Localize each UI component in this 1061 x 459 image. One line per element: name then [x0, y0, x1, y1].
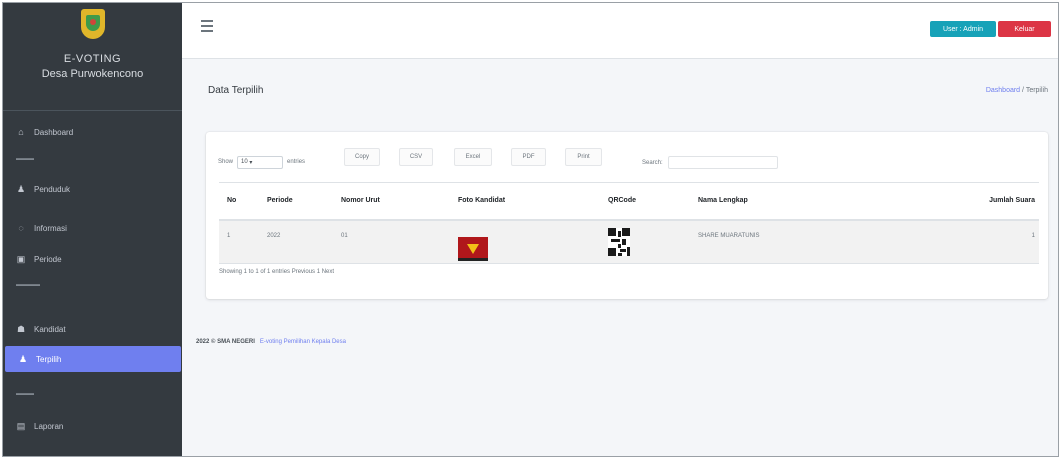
search-input[interactable]: [668, 156, 778, 169]
home-icon: ⌂: [18, 127, 24, 137]
info-icon: ◌: [18, 223, 24, 233]
column-header-jumlah-suara[interactable]: Jumlah Suara: [940, 182, 1039, 221]
table-info: Showing 1 to 1 of 1 entries Previous 1 N…: [219, 269, 335, 275]
footer: 2022 © SMA NEGERI E-voting Pemilihan Kep…: [196, 339, 346, 345]
search-label: Search:: [642, 160, 663, 166]
calendar-icon: ▣: [16, 254, 26, 264]
chart-icon: ▤: [16, 421, 26, 431]
sidebar-item-label: Penduduk: [34, 184, 71, 194]
column-header-periode[interactable]: Periode: [259, 182, 333, 221]
sidebar-section-header: ▬▬▬: [16, 391, 34, 397]
print-button[interactable]: Print: [565, 148, 602, 166]
breadcrumb: Dashboard / Terpilih: [986, 87, 1048, 94]
column-header-nomor-urut[interactable]: Nomor Urut: [333, 182, 450, 221]
sidebar: E-VOTING Desa Purwokencono ⌂ Dashboard ▬…: [3, 3, 182, 456]
sidebar-item-penduduk[interactable]: ♟ Penduduk: [3, 178, 182, 200]
cell-nomor-urut: 01: [333, 219, 450, 264]
sidebar-item-kandidat[interactable]: ☗ Kandidat: [3, 318, 182, 340]
user-admin-button[interactable]: User : Admin: [930, 21, 996, 37]
app-window: E-VOTING Desa Purwokencono ⌂ Dashboard ▬…: [2, 2, 1059, 457]
pdf-button[interactable]: PDF: [511, 148, 546, 166]
cell-no: 1: [219, 219, 259, 264]
column-header-no[interactable]: No: [219, 182, 259, 221]
sidebar-item-label: Terpilih: [36, 354, 62, 364]
menu-toggle-icon[interactable]: [201, 20, 213, 32]
table-row: 1 2022 01 SHARE MUARATUNIS 1: [219, 219, 1039, 264]
brand[interactable]: E-VOTING Desa Purwokencono: [3, 3, 182, 111]
village-logo-icon: [78, 7, 108, 41]
footer-copyright: 2022 © SMA NEGERI: [196, 339, 255, 345]
cell-qrcode: [600, 219, 690, 264]
page-length-select[interactable]: 10 ▾: [237, 155, 284, 169]
users-icon: ☗: [16, 324, 26, 334]
sidebar-section-header: ▬▬▬: [16, 156, 34, 162]
sidebar-item-label: Kandidat: [34, 324, 66, 334]
sidebar-item-laporan[interactable]: ▤ Laporan: [3, 415, 182, 437]
breadcrumb-separator: /: [1022, 87, 1024, 94]
logout-button[interactable]: Keluar: [998, 21, 1051, 37]
sidebar-item-terpilih[interactable]: ♟ Terpilih: [5, 346, 181, 372]
cell-periode: 2022: [259, 219, 333, 264]
data-card: Show 10 ▾ entries Copy CSV Excel PDF Pri…: [206, 132, 1048, 299]
brand-title: E-VOTING: [63, 53, 122, 65]
cell-foto: [450, 219, 600, 264]
page-length-control: Show 10 ▾ entries: [218, 152, 305, 172]
excel-button[interactable]: Excel: [454, 148, 492, 166]
page-title: Data Terpilih: [208, 85, 264, 96]
user-icon: ♟: [16, 184, 26, 194]
cell-jumlah-suara: 1: [940, 219, 1039, 264]
column-header-nama-lengkap[interactable]: Nama Lengkap: [690, 182, 940, 221]
csv-button[interactable]: CSV: [399, 148, 433, 166]
sidebar-item-label: Dashboard: [34, 127, 74, 137]
sidebar-item-label: Informasi: [34, 223, 67, 233]
sidebar-item-label: Laporan: [34, 421, 64, 431]
sidebar-item-periode[interactable]: ▣ Periode: [3, 248, 182, 270]
cell-nama-lengkap: SHARE MUARATUNIS: [690, 219, 940, 264]
footer-credit-link[interactable]: E-voting Pemilihan Kepala Desa: [260, 339, 346, 345]
breadcrumb-home-link[interactable]: Dashboard: [986, 87, 1020, 94]
show-label: Show: [218, 159, 234, 165]
sidebar-item-dashboard[interactable]: ⌂ Dashboard: [3, 121, 182, 143]
breadcrumb-current: Terpilih: [1025, 87, 1048, 94]
terpilih-table: No Periode Nomor Urut Foto Kandidat QRCo…: [219, 182, 1039, 264]
sidebar-section-header: ▬▬▬▬: [16, 282, 40, 288]
copy-button[interactable]: Copy: [344, 148, 380, 166]
column-header-qrcode[interactable]: QRCode: [600, 182, 690, 221]
brand-subtitle: Desa Purwokencono: [41, 68, 144, 80]
sidebar-item-label: Periode: [34, 254, 62, 264]
entries-label: entries: [287, 159, 306, 165]
table-header-row: No Periode Nomor Urut Foto Kandidat QRCo…: [219, 182, 1039, 221]
sidebar-item-informasi[interactable]: ◌ Informasi: [3, 217, 182, 239]
qrcode-image: [608, 227, 630, 256]
top-navbar: User : Admin Keluar: [182, 3, 1058, 59]
column-header-foto-kandidat[interactable]: Foto Kandidat: [450, 182, 600, 221]
candidate-photo: [458, 236, 488, 261]
page-length-value: 10: [241, 159, 248, 165]
user-check-icon: ♟: [18, 354, 28, 364]
